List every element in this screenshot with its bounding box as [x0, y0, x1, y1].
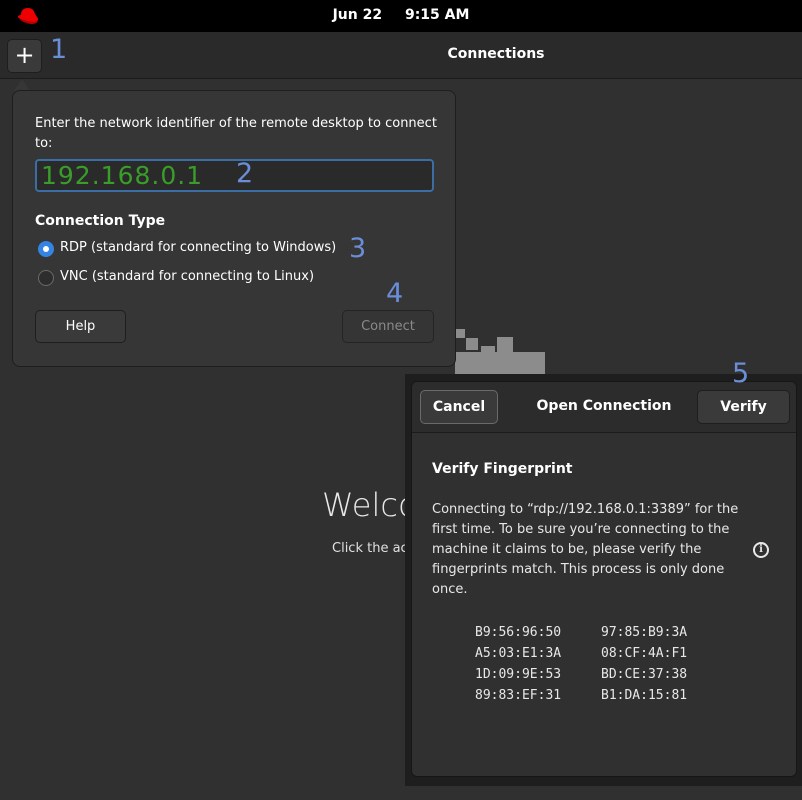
radio-rdp[interactable]: RDP (standard for connecting to Windows): [38, 239, 348, 259]
annotation-1: 1: [50, 34, 68, 65]
fingerprint-cell: 97:85:B9:3A: [601, 625, 688, 640]
fingerprint-cell: B9:56:96:50: [475, 625, 562, 640]
illustration-pixel: [497, 337, 513, 352]
annotation-5: 5: [732, 358, 750, 389]
header-bar: + Connections: [0, 32, 802, 79]
help-button[interactable]: Help: [35, 310, 126, 343]
info-icon[interactable]: i: [753, 542, 769, 558]
fingerprint-cell: 1D:09:9E:53: [475, 667, 562, 682]
radio-button-selected[interactable]: [38, 241, 54, 257]
radio-vnc[interactable]: VNC (standard for connecting to Linux): [38, 268, 338, 288]
fingerprint-heading: Verify Fingerprint: [432, 461, 573, 477]
fingerprint-cell: A5:03:E1:3A: [475, 646, 562, 661]
fingerprint-cell: B1:DA:15:81: [601, 688, 688, 703]
fingerprint-description: Connecting to “rdp://192.168.0.1:3389” f…: [432, 502, 739, 597]
dialog-header: Cancel Open Connection Verify: [412, 382, 796, 433]
address-input[interactable]: 192.168.0.1: [35, 159, 434, 192]
top-bar: Jun 22 9:15 AM: [0, 0, 802, 32]
open-connection-dialog: Cancel Open Connection Verify Verify Fin…: [411, 381, 797, 777]
address-prompt: Enter the network identifier of the remo…: [35, 116, 437, 151]
fingerprint-row: B9:56:96:50 97:85:B9:3A: [475, 622, 727, 643]
connection-type-title: Connection Type: [35, 213, 166, 229]
window-title: Connections: [447, 46, 545, 62]
welcome-subtitle: Click the ac: [332, 541, 408, 556]
illustration-pixel: [466, 338, 478, 350]
clock-date: Jun 22: [332, 7, 383, 23]
new-connection-popover: Enter the network identifier of the remo…: [12, 90, 456, 367]
fingerprint-table: B9:56:96:50 97:85:B9:3A A5:03:E1:3A 08:C…: [475, 622, 727, 706]
clock-time: 9:15 AM: [404, 7, 470, 23]
fingerprint-row: A5:03:E1:3A 08:CF:4A:F1: [475, 643, 727, 664]
illustration-pixel: [455, 352, 545, 374]
clock[interactable]: Jun 22 9:15 AM: [0, 7, 802, 23]
fingerprint-row: 1D:09:9E:53 BD:CE:37:38: [475, 664, 727, 685]
connect-button[interactable]: Connect: [342, 310, 434, 343]
fingerprint-cell: 08:CF:4A:F1: [601, 646, 688, 661]
radio-rdp-label: RDP (standard for connecting to Windows): [60, 240, 337, 255]
radio-vnc-label: VNC (standard for connecting to Linux): [60, 269, 315, 284]
annotation-2: 2: [236, 158, 254, 189]
fingerprint-cell: BD:CE:37:38: [601, 667, 688, 682]
welcome-title: Welco: [322, 486, 418, 524]
verify-button[interactable]: Verify: [697, 390, 790, 424]
annotation-3: 3: [349, 233, 367, 264]
radio-button[interactable]: [38, 270, 54, 286]
fingerprint-cell: 89:83:EF:31: [475, 688, 562, 703]
fingerprint-row: 89:83:EF:31 B1:DA:15:81: [475, 685, 727, 706]
illustration-pixel: [456, 329, 465, 338]
annotation-4: 4: [386, 278, 404, 309]
